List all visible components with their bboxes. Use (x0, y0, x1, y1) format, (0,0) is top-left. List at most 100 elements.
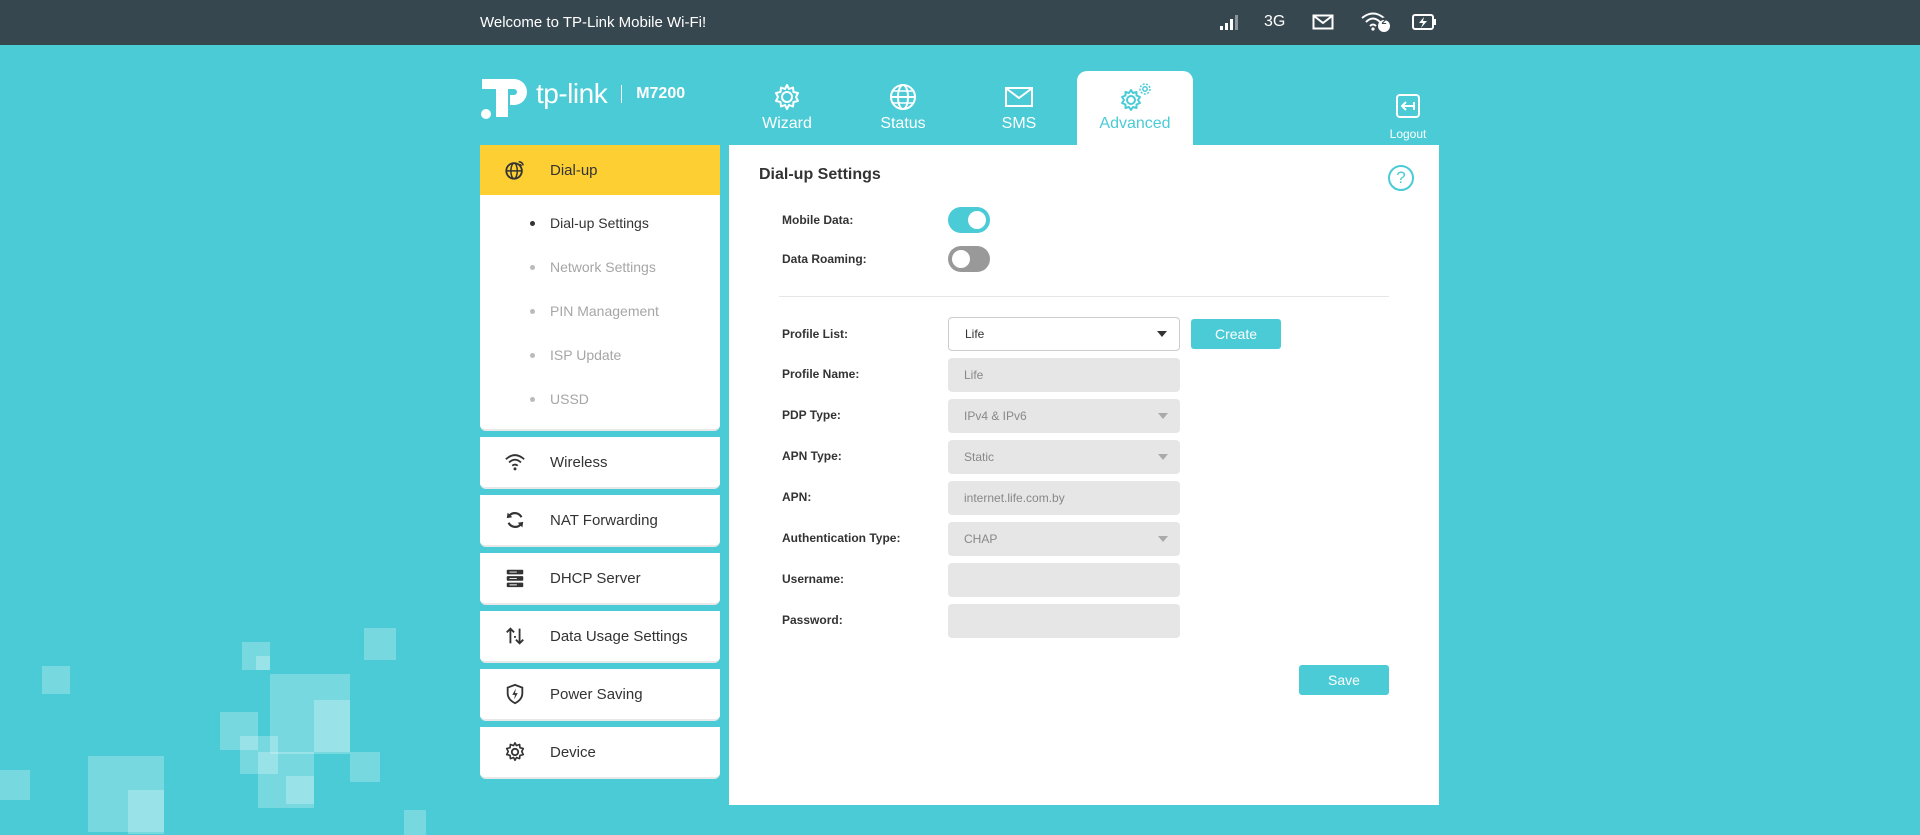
auth-type-label: Authentication Type: (782, 531, 901, 545)
create-button[interactable]: Create (1191, 319, 1281, 349)
mobile-data-label: Mobile Data: (782, 213, 854, 227)
menu-group-dialup: Dial-up Dial-up Settings Network Setting… (480, 145, 720, 431)
bullet-dot (530, 264, 535, 270)
menu-group-dhcp: DHCP Server (480, 553, 720, 605)
chevron-down-icon (1158, 536, 1168, 542)
password-label: Password: (782, 613, 843, 627)
username-label: Username: (782, 572, 845, 586)
chevron-down-icon (1158, 454, 1168, 460)
menu-group-wireless: Wireless (480, 437, 720, 489)
pdp-type-select[interactable]: IPv4 & IPv6 (948, 399, 1180, 433)
logout-label: Logout (1389, 127, 1427, 141)
bullet-dot (530, 352, 535, 358)
sidebar-item-device[interactable]: Device (480, 727, 720, 777)
sidebar-subitem-dialup-settings[interactable]: Dial-up Settings (480, 201, 720, 245)
menu-group-nat: NAT Forwarding (480, 495, 720, 547)
profile-name-field[interactable]: Life (948, 358, 1180, 392)
logout-button[interactable]: Logout (1388, 92, 1428, 141)
gears-icon (1121, 83, 1151, 111)
sidebar-subitem-ussd[interactable]: USSD (480, 377, 720, 421)
sidebar-subitem-label: USSD (550, 391, 589, 407)
tab-status[interactable]: Status (845, 71, 961, 145)
chevron-down-icon (1157, 331, 1167, 337)
sidebar-subitem-label: Dial-up Settings (550, 215, 649, 231)
data-usage-icon (506, 627, 524, 645)
sidebar-item-power-saving[interactable]: Power Saving (480, 669, 720, 719)
sidebar-item-label: Data Usage Settings (550, 627, 688, 645)
globe-dialup-icon (505, 161, 524, 180)
apn-field[interactable]: internet.life.com.by (948, 481, 1180, 515)
profile-name-label: Profile Name: (782, 367, 860, 381)
network-type-label: 3G (1264, 13, 1286, 30)
mail-icon[interactable] (1312, 11, 1334, 33)
top-status-bar: Welcome to TP-Link Mobile Wi-Fi! 3G 2 (0, 0, 1920, 45)
wifi-icon: 2 (1360, 11, 1394, 33)
tab-wizard[interactable]: Wizard (729, 71, 845, 145)
brand-name: tp-link (536, 78, 608, 109)
sidebar-item-label: Wireless (550, 453, 608, 471)
gear-icon (775, 84, 799, 110)
toggle-knob (952, 250, 970, 268)
welcome-text: Welcome to TP-Link Mobile Wi-Fi! (480, 14, 707, 31)
tab-sms[interactable]: SMS (961, 71, 1077, 145)
sidebar-subitem-label: ISP Update (550, 347, 622, 363)
pdp-type-value: IPv4 & IPv6 (964, 409, 1027, 423)
profile-list-value: Life (965, 327, 985, 341)
help-icon[interactable]: ? (1388, 165, 1414, 191)
tab-wizard-label: Wizard (762, 115, 812, 132)
sidebar-item-data-usage-settings[interactable]: Data Usage Settings (480, 611, 720, 661)
sidebar-item-wireless[interactable]: Wireless (480, 437, 720, 487)
logo-separator (621, 85, 623, 103)
apn-value: internet.life.com.by (964, 491, 1065, 505)
sidebar-subitem-pin-management[interactable]: PIN Management (480, 289, 720, 333)
auth-type-select[interactable]: CHAP (948, 522, 1180, 556)
data-roaming-toggle[interactable] (948, 246, 990, 272)
sidebar-subitem-label: Network Settings (550, 259, 656, 275)
bullet-dot (530, 308, 535, 314)
sidebar-subitem-label: PIN Management (550, 303, 659, 319)
mobile-data-toggle[interactable] (948, 207, 990, 233)
toggle-knob (968, 211, 986, 229)
signal-icon (1218, 11, 1240, 33)
wifi-icon (505, 454, 525, 471)
auth-type-value: CHAP (964, 532, 998, 546)
gear-icon (505, 742, 525, 762)
sidebar-item-nat-forwarding[interactable]: NAT Forwarding (480, 495, 720, 545)
bullet-dot (530, 396, 535, 402)
save-button[interactable]: Save (1299, 665, 1389, 695)
tab-advanced[interactable]: Advanced (1077, 71, 1193, 145)
tp-link-logo-mark (481, 79, 527, 119)
username-field[interactable] (948, 563, 1180, 597)
profile-list-select[interactable]: Life (948, 317, 1180, 351)
apn-label: APN: (782, 490, 812, 504)
password-field[interactable] (948, 604, 1180, 638)
apn-type-value: Static (964, 450, 995, 464)
chevron-down-icon (1158, 413, 1168, 419)
profile-name-value: Life (964, 368, 984, 382)
pdp-type-label: PDP Type: (782, 408, 841, 422)
mail-icon (1005, 87, 1033, 107)
bullet-dot (530, 220, 535, 226)
sidebar: Dial-up Dial-up Settings Network Setting… (480, 145, 720, 785)
page-title: Dial-up Settings (759, 166, 881, 183)
globe-icon (890, 84, 916, 110)
nat-icon (506, 512, 524, 528)
menu-group-data-usage: Data Usage Settings (480, 611, 720, 663)
dialup-submenu: Dial-up Settings Network Settings PIN Ma… (480, 195, 720, 429)
sidebar-item-dhcp-server[interactable]: DHCP Server (480, 553, 720, 603)
dialup-settings-panel: Dial-up Settings ? Mobile Data: Data Roa… (729, 145, 1439, 805)
menu-group-power-saving: Power Saving (480, 669, 720, 721)
battery-icon (1411, 11, 1437, 33)
shield-icon (506, 683, 524, 705)
tab-advanced-label: Advanced (1099, 115, 1171, 132)
apn-type-select[interactable]: Static (948, 440, 1180, 474)
sidebar-item-label: NAT Forwarding (550, 511, 658, 529)
sidebar-item-label: Power Saving (550, 685, 643, 703)
server-icon (506, 569, 524, 588)
data-roaming-label: Data Roaming: (782, 252, 867, 266)
tab-status-label: Status (880, 115, 926, 132)
sidebar-item-dialup[interactable]: Dial-up (480, 145, 720, 195)
sidebar-subitem-network-settings[interactable]: Network Settings (480, 245, 720, 289)
apn-type-label: APN Type: (782, 449, 842, 463)
sidebar-subitem-isp-update[interactable]: ISP Update (480, 333, 720, 377)
